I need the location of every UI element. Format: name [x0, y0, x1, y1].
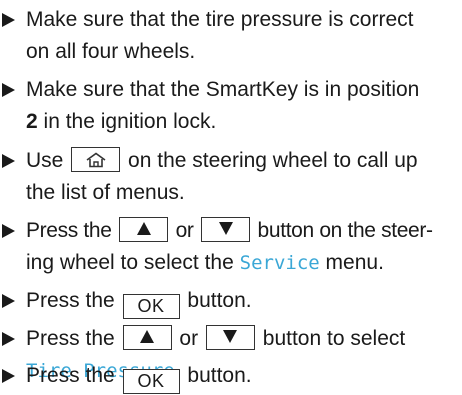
bullet-arrow-icon: [2, 323, 22, 355]
up-key-button: [119, 217, 169, 242]
step-4-line-2: ing wheel to select the Service menu.: [26, 247, 462, 279]
up-triangle-icon: [140, 330, 155, 343]
step-6-text-after: button to select: [262, 327, 406, 350]
step-4-line-2-before: ing wheel to select the: [26, 251, 240, 274]
step-4-line-1: Press the or button on the steer-: [26, 215, 462, 247]
position-value: 2: [26, 110, 38, 133]
down-key-button: [201, 217, 251, 242]
down-triangle-icon: [223, 330, 238, 343]
home-key-button: [71, 147, 121, 172]
step-3-line-1: Use on the steering wheel to call up: [26, 145, 462, 177]
step-1-line-2: on all four wheels.: [26, 40, 196, 63]
bullet-arrow-icon: [2, 360, 22, 392]
step-2-line-1: Make sure that the SmartKey is in positi…: [26, 78, 420, 101]
ok-key-button: OK: [122, 294, 180, 319]
step-1-line-1: Make sure that the tire pressure is corr…: [26, 8, 414, 31]
instruction-list: Make sure that the tire pressure is corr…: [0, 0, 462, 395]
home-icon: [86, 152, 106, 168]
step-6-text-before: Press the: [26, 327, 115, 350]
step-5-text-after: button.: [187, 289, 252, 312]
step-7-line-1: Press the OK button.: [26, 360, 462, 394]
step-4-line-2-after: menu.: [319, 251, 384, 274]
step-4-text-after: button on the steer-: [257, 219, 433, 242]
step-2: Make sure that the SmartKey is in positi…: [0, 74, 462, 138]
step-6-or: or: [179, 327, 199, 350]
step-5-line-1: Press the OK button.: [26, 285, 462, 319]
step-7-text-before: Press the: [26, 364, 115, 387]
step-3-line-2: the list of menus.: [26, 181, 185, 204]
step-6-line-1: Press the or button to select: [26, 323, 462, 355]
bullet-arrow-icon: [2, 145, 22, 177]
step-3: Use on the steering wheel to call up the…: [0, 145, 462, 209]
bullet-arrow-icon: [2, 74, 22, 106]
step-7: Press the OK button.: [0, 360, 462, 394]
service-menu-name: Service: [239, 252, 320, 274]
bullet-arrow-icon: [2, 4, 22, 36]
down-key-button: [205, 325, 255, 350]
step-3-text-after: on the steering wheel to call up: [128, 149, 418, 172]
step-2-line-2: 2 in the ignition lock.: [26, 106, 462, 138]
down-triangle-icon: [218, 222, 233, 235]
up-triangle-icon: [136, 222, 151, 235]
bullet-arrow-icon: [2, 215, 22, 247]
step-5: Press the OK button.: [0, 285, 462, 319]
ok-key-button: OK: [122, 369, 180, 394]
step-2-line-2-rest: in the ignition lock.: [37, 110, 217, 133]
step-5-text-before: Press the: [26, 289, 115, 312]
step-3-text-before: Use: [26, 149, 64, 172]
step-4-text-before: Press the: [26, 219, 112, 242]
step-7-text-after: button.: [187, 364, 252, 387]
step-1: Make sure that the tire pressure is corr…: [0, 4, 462, 68]
step-4: Press the or button on the steer- ing wh…: [0, 215, 462, 279]
bullet-arrow-icon: [2, 285, 22, 317]
up-key-button: [122, 325, 172, 350]
step-4-or: or: [175, 219, 194, 242]
